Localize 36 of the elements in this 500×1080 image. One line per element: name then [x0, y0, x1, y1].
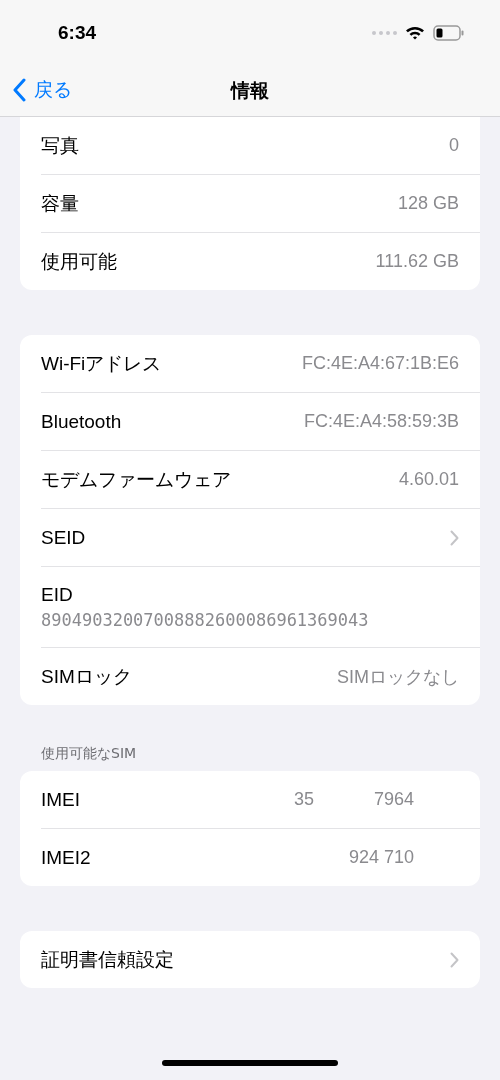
row-label: IMEI — [41, 788, 81, 811]
row-value: 7964 — [373, 789, 414, 810]
battery-icon — [433, 24, 465, 41]
page-title: 情報 — [231, 77, 269, 103]
row-label: 容量 — [41, 191, 79, 216]
row-value: 924 710 — [348, 847, 414, 868]
chevron-icon — [450, 529, 459, 546]
row-value: 35 — [293, 789, 314, 810]
back-chevron-icon — [12, 78, 26, 102]
row-value: 4.60.01 — [398, 469, 459, 490]
row-label: SIMロック — [41, 664, 132, 689]
row-label: モデムファームウェア — [41, 467, 231, 492]
signal-icon — [371, 29, 397, 36]
row-value: SIMロックなし — [337, 665, 459, 689]
row-value: 128 GB — [397, 193, 459, 214]
chevron-icon — [450, 951, 459, 968]
row-label: IMEI2 — [41, 846, 91, 869]
row-label: EID — [41, 584, 73, 606]
row-label: Bluetooth — [41, 410, 122, 433]
row-value: 89049032007008882600086961369043 — [41, 610, 369, 630]
settings-row[interactable]: SEID — [41, 509, 480, 567]
row-label: 証明書信頼設定 — [41, 947, 174, 972]
status-time: 6:34 — [58, 21, 97, 44]
wifi-icon — [405, 25, 425, 40]
row-label: 使用可能 — [41, 249, 117, 274]
row-label: SEID — [41, 526, 86, 549]
row-value: FC:4E:A4:67:1B:E6 — [301, 353, 459, 374]
section-header: 使用可能なSIM — [40, 745, 138, 763]
row-label: 写真 — [41, 133, 79, 158]
settings-row[interactable]: 証明書信頼設定 — [41, 931, 480, 988]
row-value: 111.62 GB — [375, 251, 459, 272]
back-button[interactable]: 戻る — [12, 77, 72, 103]
row-label: Wi-Fiアドレス — [41, 351, 162, 376]
row-value: FC:4E:A4:58:59:3B — [303, 411, 459, 432]
row-value: 0 — [449, 135, 459, 156]
back-label: 戻る — [34, 77, 72, 102]
